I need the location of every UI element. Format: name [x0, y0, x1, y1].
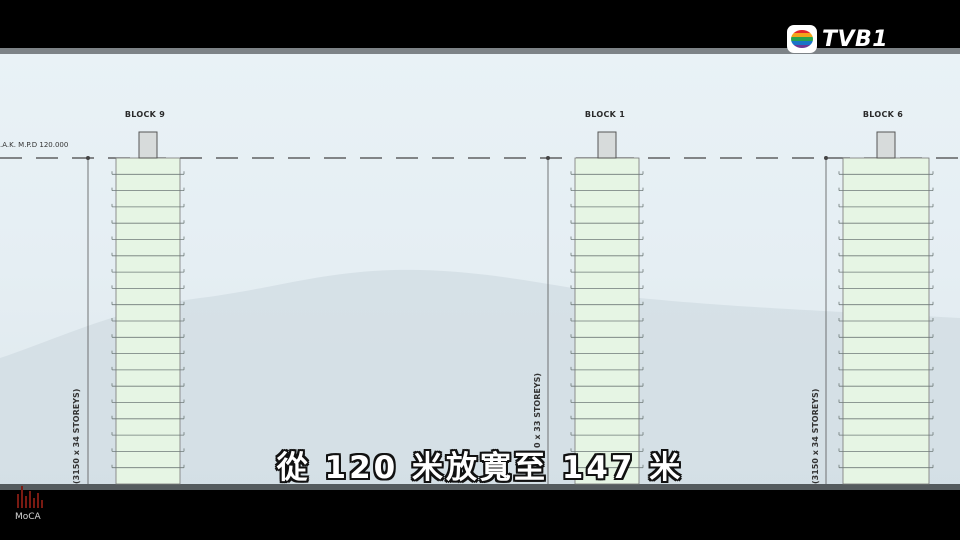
block-6-label: BLOCK 6 [862, 110, 904, 119]
block-6-level-marker [824, 156, 828, 160]
block-9-label: BLOCK 9 [124, 110, 166, 119]
block-1-level-marker [546, 156, 550, 160]
video-frame: .A.K. M.P.D 120.000 BLOCK 9 BLOCK 1 BLOC… [0, 0, 960, 540]
moca-bars-icon [17, 486, 43, 508]
block-1-dimension-label: 0 x 33 STOREYS) [533, 372, 542, 448]
tvb-logo-text: TVB1 [822, 26, 889, 52]
tvb-logo: TVB1 [786, 24, 888, 54]
subtitle-caption: 從 120 米放寬至 147 米 [276, 450, 684, 486]
block-9-level-marker [86, 156, 90, 160]
block-1-label: BLOCK 1 [584, 110, 626, 119]
tvb-rainbow-icon [787, 25, 817, 53]
moca-logo-text: MoCA [15, 512, 41, 522]
block-9-roof-structure [138, 131, 158, 159]
moca-logo: MoCA [15, 482, 47, 522]
architectural-elevation-drawing: .A.K. M.P.D 120.000 BLOCK 9 BLOCK 1 BLOC… [0, 48, 960, 490]
block-6-roof-structure [876, 131, 896, 159]
level-label: .A.K. M.P.D 120.000 [0, 141, 69, 149]
block-1-roof-structure [597, 131, 617, 159]
